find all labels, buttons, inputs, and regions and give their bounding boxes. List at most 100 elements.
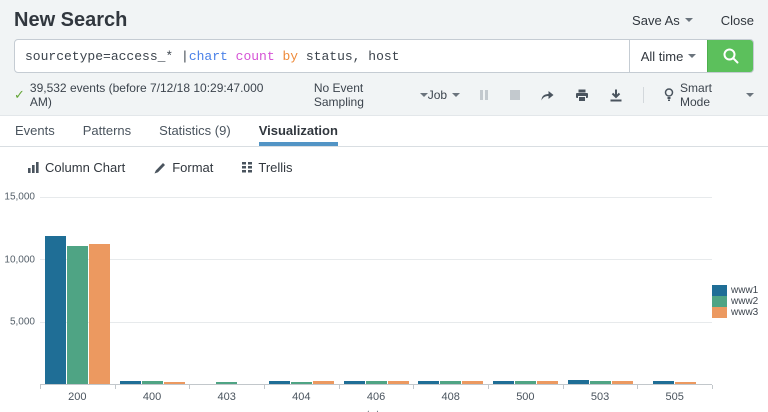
x-tick-label: 200 <box>40 391 115 403</box>
bar-www2-500[interactable] <box>515 381 536 384</box>
axis-tick <box>712 385 713 389</box>
job-label: Job <box>428 88 447 102</box>
time-range-label: All time <box>641 49 684 64</box>
plot-area <box>40 197 712 385</box>
tab-statistics[interactable]: Statistics (9) <box>159 116 231 146</box>
tab-patterns[interactable]: Patterns <box>83 116 131 146</box>
query-segment: status, host <box>298 49 399 64</box>
column-chart: 15,00010,0005,000 2004004034044064085005… <box>0 197 768 412</box>
search-icon <box>721 46 741 66</box>
save-as-label: Save As <box>632 13 680 28</box>
search-query-input[interactable]: sourcetype=access_* |chart count by stat… <box>15 40 629 72</box>
pause-icon[interactable] <box>480 90 490 100</box>
x-tick-label: 505 <box>637 391 712 403</box>
bar-www1-408[interactable] <box>418 381 439 384</box>
bar-www1-505[interactable] <box>653 381 674 384</box>
query-segment: chart <box>189 49 228 64</box>
bar-group-400 <box>115 197 190 384</box>
bar-www2-400[interactable] <box>142 381 163 384</box>
trellis-grid-icon <box>242 162 252 173</box>
top-bar: New Search Save As Close sourcetype=acce… <box>0 0 768 116</box>
share-icon[interactable] <box>540 89 555 102</box>
format-label: Format <box>172 160 213 175</box>
axis-tick <box>339 385 340 389</box>
bar-www3-500[interactable] <box>537 381 558 384</box>
format-button[interactable]: Format <box>154 160 213 175</box>
legend-item-www1[interactable]: www1 <box>712 285 768 296</box>
divider <box>643 87 644 103</box>
chart-type-button[interactable]: Column Chart <box>28 160 125 175</box>
x-tick-label: 400 <box>115 391 190 403</box>
chart-type-label: Column Chart <box>45 160 125 175</box>
bar-www1-200[interactable] <box>45 236 66 384</box>
bar-www2-200[interactable] <box>67 246 88 384</box>
x-tick-label: 503 <box>563 391 638 403</box>
close-label: Close <box>721 13 754 28</box>
bar-www3-404[interactable] <box>313 381 334 384</box>
bar-www3-406[interactable] <box>388 381 409 384</box>
bar-www1-500[interactable] <box>493 381 514 384</box>
legend-item-www3[interactable]: www3 <box>712 307 768 318</box>
job-status-bar: ✓ 39,532 events (before 7/12/18 10:29:47… <box>14 81 754 109</box>
lightbulb-icon <box>664 88 674 102</box>
legend-label: www3 <box>731 307 758 318</box>
x-tick-label: 404 <box>264 391 339 403</box>
export-icon[interactable] <box>609 89 623 102</box>
axis-tick <box>264 385 265 389</box>
search-mode-label: Smart Mode <box>680 81 740 109</box>
y-tick-label: 10,000 <box>4 254 35 265</box>
x-tick-label: 500 <box>488 391 563 403</box>
pencil-icon <box>154 162 166 174</box>
query-segment: by <box>275 49 298 64</box>
job-menu-button[interactable]: Job <box>428 88 460 102</box>
stop-icon[interactable] <box>510 90 520 100</box>
bar-www1-503[interactable] <box>568 380 589 384</box>
event-sampling-label: No Event Sampling <box>314 81 415 109</box>
axis-tick <box>563 385 564 389</box>
bar-www3-200[interactable] <box>89 244 110 384</box>
caret-down-icon <box>688 54 696 58</box>
tab-visualization[interactable]: Visualization <box>259 116 338 146</box>
event-sampling-button[interactable]: No Event Sampling <box>314 81 428 109</box>
query-segment: count <box>228 49 275 64</box>
print-icon[interactable] <box>575 89 589 102</box>
legend-label: www1 <box>731 285 758 296</box>
y-tick-label: 5,000 <box>10 317 35 328</box>
bar-group-408 <box>413 197 488 384</box>
search-mode-button[interactable]: Smart Mode <box>664 81 754 109</box>
bar-www1-406[interactable] <box>344 381 365 384</box>
visualization-toolbar: Column Chart Format Trellis <box>0 147 768 187</box>
close-button[interactable]: Close <box>721 13 754 28</box>
y-tick-label: 15,000 <box>4 192 35 203</box>
bar-www3-400[interactable] <box>164 382 185 384</box>
bar-www1-404[interactable] <box>269 381 290 384</box>
query-segment: sourcetype=access_* | <box>25 49 189 64</box>
bar-www2-404[interactable] <box>291 382 312 384</box>
bar-group-505 <box>637 197 712 384</box>
bar-www2-503[interactable] <box>590 381 611 384</box>
header-row: New Search Save As Close <box>14 6 754 34</box>
caret-down-icon <box>420 93 428 97</box>
bar-group-406 <box>339 197 414 384</box>
bar-www2-403[interactable] <box>216 382 237 384</box>
legend-item-www2[interactable]: www2 <box>712 296 768 307</box>
save-as-button[interactable]: Save As <box>632 13 693 28</box>
tab-events[interactable]: Events <box>15 116 55 146</box>
trellis-button[interactable]: Trellis <box>242 160 292 175</box>
bar-group-503 <box>563 197 638 384</box>
caret-down-icon <box>685 18 693 22</box>
legend-swatch <box>712 285 727 296</box>
bar-www3-408[interactable] <box>462 381 483 384</box>
bar-www2-408[interactable] <box>440 381 461 384</box>
check-icon: ✓ <box>14 87 25 103</box>
search-button[interactable] <box>707 40 753 72</box>
bar-www2-406[interactable] <box>366 381 387 384</box>
bar-www1-400[interactable] <box>120 381 141 384</box>
bar-www3-505[interactable] <box>675 382 696 384</box>
axis-tick <box>488 385 489 389</box>
x-tick-label: 406 <box>339 391 414 403</box>
time-range-picker[interactable]: All time <box>629 40 707 72</box>
bar-www3-503[interactable] <box>612 381 633 384</box>
axis-tick <box>189 385 190 389</box>
x-axis-ticks <box>40 385 712 389</box>
